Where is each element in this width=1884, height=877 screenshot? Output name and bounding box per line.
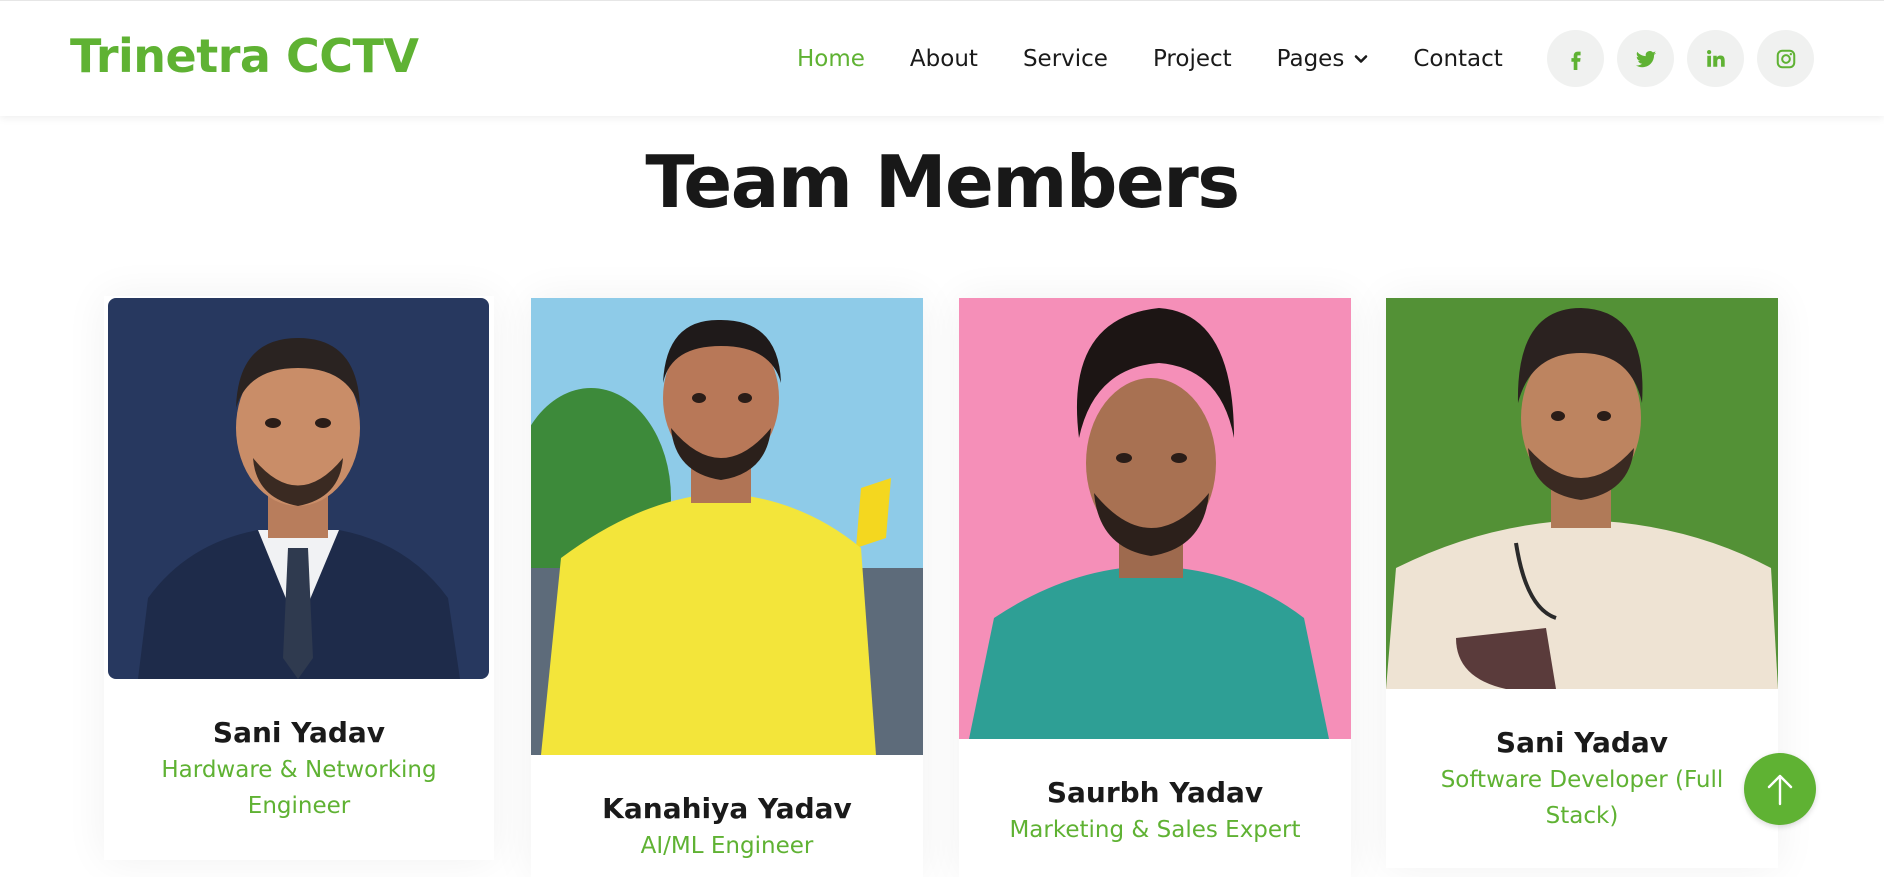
chevron-down-icon	[1355, 55, 1368, 63]
nav-contact[interactable]: Contact	[1413, 46, 1502, 72]
nav-service[interactable]: Service	[1023, 46, 1108, 72]
facebook-button[interactable]	[1547, 30, 1604, 87]
nav-pages-label: Pages	[1276, 46, 1345, 72]
team-card: Saurbh Yadav Marketing & Sales Expert	[959, 298, 1351, 877]
team-card: Sani Yadav Software Developer (Full Stac…	[1386, 298, 1778, 868]
nav-home[interactable]: Home	[797, 46, 865, 72]
brand-logo[interactable]: Trinetra CCTV	[70, 29, 419, 83]
team-member-photo	[531, 298, 923, 755]
team-member-photo	[1386, 298, 1778, 689]
team-card: Sani Yadav Hardware & Networking Enginee…	[104, 296, 494, 860]
team-member-role: Marketing & Sales Expert	[1009, 817, 1301, 843]
team-member-role: Software Developer (Full Stack)	[1440, 767, 1724, 829]
twitter-icon	[1635, 50, 1656, 67]
team-member-photo	[108, 298, 489, 679]
instagram-button[interactable]	[1757, 30, 1814, 87]
team-member-photo	[959, 298, 1351, 739]
team-member-name: Kanahiya Yadav	[602, 792, 852, 825]
instagram-icon	[1776, 49, 1795, 68]
back-to-top-button[interactable]	[1744, 753, 1816, 825]
team-member-name: Sani Yadav	[212, 716, 386, 749]
team-member-role: AI/ML Engineer	[640, 833, 814, 859]
social-links	[1547, 30, 1814, 87]
twitter-button[interactable]	[1617, 30, 1674, 87]
nav-about[interactable]: About	[910, 46, 978, 72]
team-member-name: Sani Yadav	[1495, 726, 1669, 759]
linkedin-icon	[1706, 49, 1725, 67]
navbar: Trinetra CCTV Home About Service Project…	[0, 0, 1884, 116]
nav-project[interactable]: Project	[1153, 46, 1232, 72]
team-member-name: Saurbh Yadav	[1046, 776, 1264, 809]
team-card: Kanahiya Yadav AI/ML Engineer	[531, 298, 923, 877]
section-title: Team Members	[645, 140, 1240, 224]
team-member-role: Hardware & Networking Engineer	[161, 757, 437, 819]
arrow-up-icon	[1767, 774, 1793, 806]
linkedin-button[interactable]	[1687, 30, 1744, 87]
nav-pages[interactable]: Pages	[1277, 46, 1369, 72]
facebook-icon	[1570, 51, 1581, 70]
main-nav: Home About Service Project Pages Contact	[797, 1, 1548, 117]
